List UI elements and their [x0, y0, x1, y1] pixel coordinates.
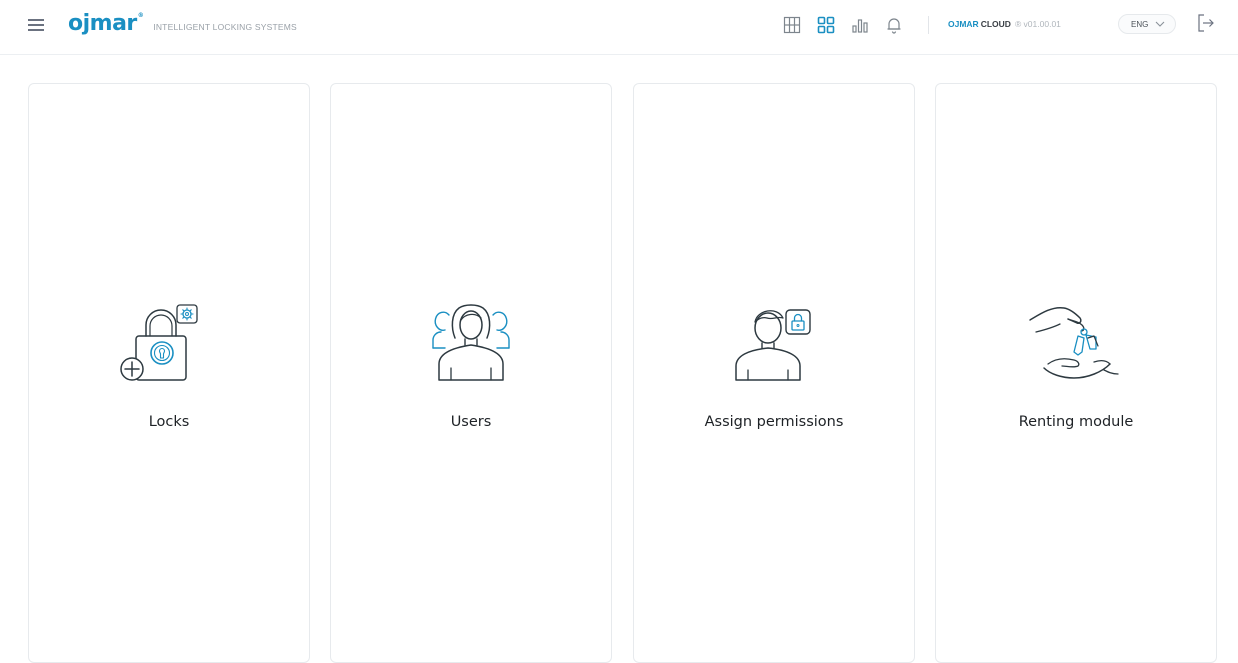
- brand: ojmar® INTELLIGENT LOCKING SYSTEMS: [68, 9, 297, 39]
- users-group-icon: [331, 298, 611, 388]
- card-label-renting-module: Renting module: [1018, 414, 1134, 430]
- menu-icon[interactable]: [28, 17, 46, 31]
- hand-keys-icon: [936, 298, 1216, 388]
- view-switcher: [781, 14, 917, 36]
- grid-table-icon[interactable]: [781, 14, 803, 36]
- cloud-version: OJMAR CLOUD ® v01.00.01: [948, 19, 1061, 29]
- card-label-users: Users: [450, 414, 492, 430]
- bar-chart-icon[interactable]: [849, 14, 871, 36]
- card-label-assign-permissions: Assign permissions: [704, 414, 844, 430]
- chevron-down-icon: [1155, 21, 1165, 27]
- card-assign-permissions[interactable]: Assign permissions: [633, 83, 915, 663]
- padlock-gear-plus-icon: [29, 298, 309, 388]
- ojmar-logo[interactable]: ojmar®: [68, 13, 144, 35]
- bell-icon[interactable]: [883, 14, 905, 36]
- card-label-locks: Locks: [148, 414, 190, 430]
- top-bar: ojmar® INTELLIGENT LOCKING SYSTEMS OJMAR…: [0, 0, 1238, 55]
- header-divider: [928, 16, 929, 34]
- card-locks[interactable]: Locks: [28, 83, 310, 663]
- card-users[interactable]: Users: [330, 83, 612, 663]
- logout-icon[interactable]: [1197, 13, 1215, 33]
- tagline: INTELLIGENT LOCKING SYSTEMS: [153, 21, 297, 32]
- dashboard-icon[interactable]: [815, 14, 837, 36]
- language-select[interactable]: ENG: [1118, 14, 1176, 34]
- card-renting-module[interactable]: Renting module: [935, 83, 1217, 663]
- user-lock-icon: [634, 298, 914, 388]
- language-value: ENG: [1131, 19, 1149, 29]
